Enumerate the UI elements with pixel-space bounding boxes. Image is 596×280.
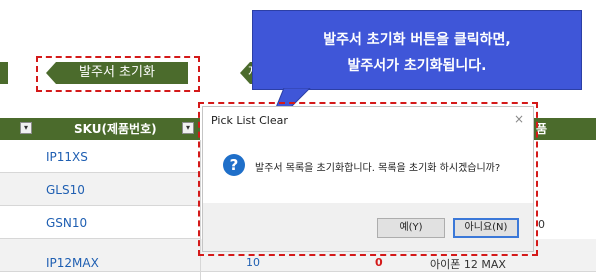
sku-cell[interactable]: IP11XS bbox=[46, 150, 88, 164]
quantity-cell[interactable]: 10 bbox=[246, 256, 260, 269]
table-row: GSN10 bbox=[0, 206, 200, 239]
product-name-cell[interactable]: 아이폰 12 MAX bbox=[430, 256, 506, 272]
filter-dropdown-icon[interactable]: ▾ bbox=[20, 122, 32, 134]
sku-cell[interactable]: GLS10 bbox=[46, 183, 85, 197]
instruction-callout: 발주서 초기화 버튼을 클릭하면, 발주서가 초기화됩니다. bbox=[252, 10, 582, 90]
sku-cell[interactable]: GSN10 bbox=[46, 216, 87, 230]
clear-button-highlight bbox=[36, 56, 200, 92]
sku-cell[interactable]: IP12MAX bbox=[46, 256, 99, 270]
callout-line-2: 발주서가 초기화됩니다. bbox=[347, 58, 487, 74]
right-grid-header: 품 bbox=[534, 118, 596, 140]
callout-line-1: 발주서 초기화 버튼을 클릭하면, bbox=[323, 32, 511, 48]
sku-column-header: SKU(제품번호) bbox=[74, 122, 157, 136]
dialog-highlight bbox=[198, 102, 538, 256]
status-value-cell[interactable]: 0 bbox=[375, 256, 383, 269]
table-row: IP11XS bbox=[0, 140, 200, 173]
table-row: GLS10 bbox=[0, 173, 200, 206]
right-cell-value: 0 bbox=[538, 218, 545, 231]
grid-header: ▾ SKU(제품번호) ▾ bbox=[0, 118, 200, 140]
filter-dropdown-icon[interactable]: ▾ bbox=[182, 122, 194, 134]
